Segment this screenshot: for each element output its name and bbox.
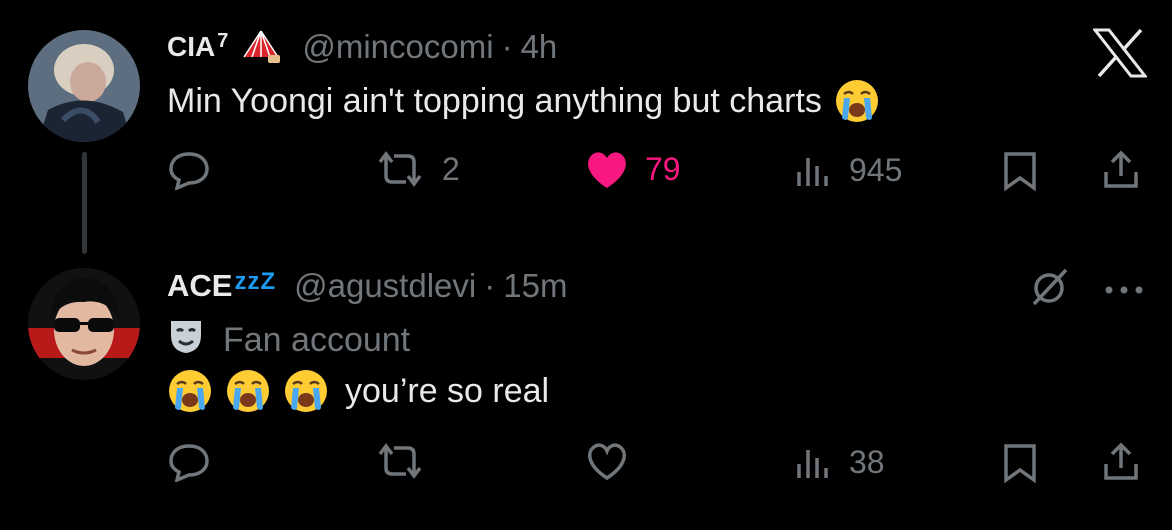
comment-icon: [169, 444, 209, 482]
bookmark-icon: [1004, 444, 1036, 484]
share-button[interactable]: [1100, 148, 1142, 192]
separator: ·: [484, 267, 496, 304]
like-count: 79: [645, 150, 681, 187]
timestamp[interactable]: 4h: [521, 28, 558, 66]
reply-button[interactable]: [167, 150, 211, 190]
bookmark-icon: [1004, 152, 1036, 192]
fan-emoji: [238, 27, 284, 67]
views-button[interactable]: 945: [795, 150, 902, 190]
timestamp[interactable]: 15m: [503, 267, 567, 305]
avatar-agustdlevi[interactable]: [28, 268, 140, 380]
share-button[interactable]: [1100, 440, 1142, 484]
more-icon[interactable]: [1104, 282, 1144, 300]
grok-icon[interactable]: [1028, 264, 1072, 313]
tweet2-body: you’re so real: [167, 366, 549, 416]
fan-account-text: Fan account: [223, 320, 411, 359]
comment-icon: [169, 152, 209, 190]
loudly-crying-face-icon: [225, 368, 271, 414]
views-count: 38: [849, 443, 885, 480]
views-icon: [797, 450, 828, 478]
retweet-icon: [378, 443, 422, 479]
loudly-crying-face-icon: [283, 368, 329, 414]
retweet-button[interactable]: 2: [372, 148, 460, 190]
tweet2-header: ACE zzZ @agustdlevi · 15m: [167, 266, 567, 306]
reply-button[interactable]: [167, 442, 211, 482]
display-name[interactable]: CIA: [167, 31, 215, 63]
share-icon: [1104, 150, 1138, 188]
name-suffix: zzZ: [234, 268, 277, 295]
tweet1-body: Min Yoongi ain't topping anything but ch…: [167, 78, 880, 124]
bookmark-button[interactable]: [1000, 442, 1040, 484]
views-icon: [797, 158, 828, 186]
display-name[interactable]: ACE: [167, 268, 232, 304]
name-superscript: 7: [217, 29, 229, 52]
bookmark-button[interactable]: [1000, 150, 1040, 192]
share-icon: [1104, 442, 1138, 480]
retweet-icon: [378, 151, 422, 187]
loudly-crying-face-icon: [167, 368, 213, 414]
tweet-text: Min Yoongi ain't topping anything but ch…: [167, 81, 822, 120]
tweet1-header: CIA 7 @mincocomi · 4h: [167, 27, 557, 67]
avatar-mincocomi[interactable]: [28, 30, 140, 142]
loudly-crying-face-icon: [834, 78, 880, 124]
views-count: 945: [849, 151, 903, 188]
fan-account-label: Fan account: [167, 318, 410, 362]
retweet-button[interactable]: [372, 440, 428, 482]
views-button[interactable]: 38: [795, 442, 885, 482]
thread-line: [82, 152, 87, 254]
retweet-count: 2: [442, 150, 460, 187]
separator: ·: [501, 28, 513, 65]
x-logo[interactable]: [1091, 28, 1149, 83]
heart-icon: [588, 152, 626, 188]
like-button[interactable]: [583, 440, 631, 482]
drama-mask-icon: [167, 317, 205, 364]
like-button[interactable]: 79: [583, 148, 681, 190]
tweet-text: you’re so real: [345, 371, 550, 410]
handle[interactable]: @agustdlevi: [294, 267, 476, 305]
handle[interactable]: @mincocomi: [302, 28, 493, 66]
heart-icon: [588, 443, 626, 481]
